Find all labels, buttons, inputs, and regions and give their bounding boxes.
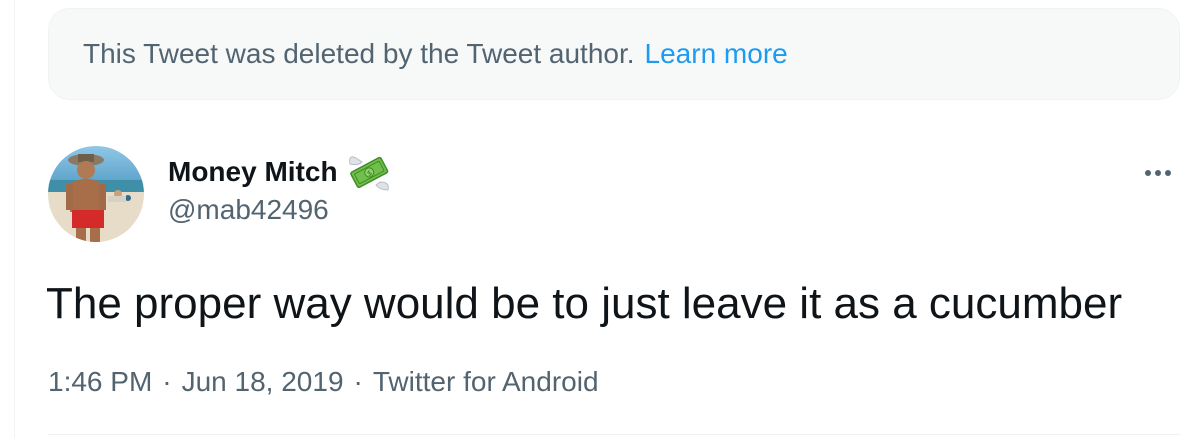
timeline-divider (14, 0, 15, 438)
meta-separator: · (162, 366, 172, 397)
deleted-tweet-notice: This Tweet was deleted by the Tweet auth… (48, 8, 1180, 100)
tweet-metadata: 1:46 PM · Jun 18, 2019 · Twitter for And… (48, 362, 599, 402)
tweet-time[interactable]: 1:46 PM (48, 366, 152, 398)
tweet-date[interactable]: Jun 18, 2019 (182, 366, 344, 398)
meta-separator: · (353, 366, 363, 397)
avatar-photo (48, 146, 144, 242)
money-with-wings-icon: $ (348, 156, 389, 191)
more-options-button[interactable] (1138, 158, 1178, 188)
section-divider (48, 434, 1180, 435)
learn-more-link[interactable]: Learn more (645, 38, 788, 70)
tweet-text: The proper way would be to just leave it… (46, 279, 1123, 328)
author-handle[interactable]: @mab42496 (168, 194, 329, 226)
notice-text: This Tweet was deleted by the Tweet auth… (83, 38, 635, 69)
author-name-row: Money Mitch $ (168, 152, 392, 192)
avatar[interactable] (48, 146, 144, 242)
more-dot-icon (1155, 170, 1161, 176)
more-dot-icon (1145, 170, 1151, 176)
tweet-source[interactable]: Twitter for Android (373, 366, 599, 398)
author-display-name[interactable]: Money Mitch (168, 156, 338, 188)
more-dot-icon (1165, 170, 1171, 176)
